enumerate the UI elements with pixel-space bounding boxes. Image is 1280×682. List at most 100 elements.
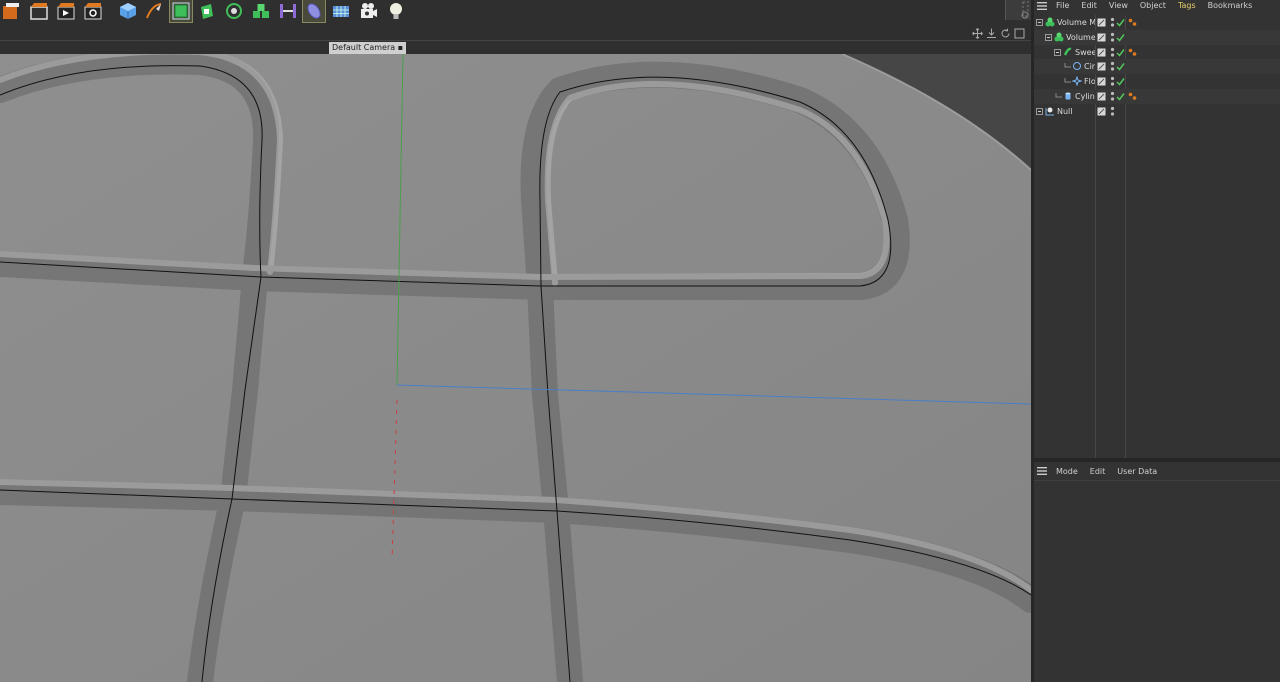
volume-mesher-icon [1045, 17, 1055, 27]
object-tree-row[interactable]: Null [1034, 104, 1280, 119]
enabled-check-icon[interactable] [1116, 48, 1125, 57]
enabled-check-icon[interactable] [1116, 33, 1125, 42]
enabled-check-icon[interactable] [1116, 62, 1125, 72]
move-view-icon[interactable] [972, 28, 983, 39]
minus-box-icon [1036, 19, 1043, 26]
object-tree-row[interactable]: Volume M [1034, 15, 1280, 30]
render-region-button[interactable] [0, 0, 22, 22]
volume-builder-button[interactable] [250, 0, 272, 22]
menu-bookmarks[interactable]: Bookmarks [1208, 0, 1253, 11]
visibility-dots-icon[interactable] [1110, 76, 1115, 87]
menu-user-data[interactable]: User Data [1117, 466, 1157, 477]
camera-icon: ▪ [395, 43, 404, 52]
object-name[interactable]: Cir [1084, 62, 1095, 71]
subdivision-surface-button[interactable] [169, 0, 193, 23]
cylinder-icon-glyph [1065, 92, 1071, 100]
object-manager: File Edit View Object Tags Bookmarks Vol… [1034, 0, 1280, 458]
subdivision-surface-icon [172, 2, 190, 20]
render-to-picture-viewer-button[interactable] [55, 0, 77, 22]
layer-toggle-icon[interactable] [1097, 107, 1106, 116]
object-name[interactable]: Volume M [1057, 18, 1095, 27]
layer-toggle-icon[interactable] [1097, 62, 1106, 71]
check-glyph [1116, 78, 1125, 86]
object-name[interactable]: Null [1057, 107, 1095, 116]
grid-plane-button[interactable] [330, 0, 352, 22]
render-settings-button[interactable] [82, 0, 104, 22]
layer-toggle-icon[interactable] [1097, 33, 1106, 42]
tag-glyph [1128, 48, 1137, 56]
visibility-dots-icon[interactable] [1110, 32, 1115, 43]
menu-view[interactable]: View [1109, 0, 1128, 11]
tree-connector [1064, 63, 1071, 70]
enabled-check-icon[interactable] [1116, 18, 1125, 27]
material-tag-icon[interactable] [1128, 18, 1137, 27]
zoom-view-icon[interactable] [986, 28, 997, 39]
layer-box-glyph [1097, 48, 1106, 57]
visibility-dots-icon[interactable] [1110, 91, 1115, 102]
object-tree-row[interactable]: Volume [1034, 29, 1280, 45]
tree-connector-line [1064, 78, 1071, 83]
tag-glyph [1128, 18, 1137, 26]
object-tree-row[interactable]: Cylin [1034, 89, 1280, 104]
floor-object-button[interactable] [302, 0, 326, 23]
enabled-check-icon[interactable] [1116, 77, 1125, 86]
3d-viewport[interactable] [0, 54, 1031, 682]
tree-connector-line [1064, 63, 1071, 68]
layer-toggle-icon[interactable] [1097, 48, 1106, 57]
expand-toggle[interactable] [1045, 33, 1052, 41]
light-button[interactable] [385, 0, 407, 22]
camera-button[interactable] [358, 0, 380, 22]
layout-switch-button[interactable] [1005, 0, 1032, 20]
object-tree-row[interactable]: Cir [1034, 59, 1280, 75]
visibility-dots-icon[interactable] [1110, 17, 1115, 28]
visibility-dots-icon[interactable] [1110, 106, 1115, 117]
layer-toggle-icon[interactable] [1097, 77, 1106, 86]
object-tree-row[interactable]: Flo [1034, 74, 1280, 89]
circle-spline-icon [1072, 61, 1082, 71]
minus-box-icon [1045, 33, 1052, 41]
object-name[interactable]: Volume [1066, 33, 1095, 42]
hamburger-menu-icon[interactable] [1034, 0, 1050, 11]
material-tag-icon[interactable] [1128, 48, 1137, 57]
layer-toggle-icon[interactable] [1097, 18, 1106, 27]
camera-label[interactable]: Default Camera ▪ [329, 42, 407, 54]
tag-glyph [1128, 92, 1137, 100]
menu-tags[interactable]: Tags [1178, 0, 1196, 11]
menu-object[interactable]: Object [1140, 0, 1166, 11]
sweep-icon [1063, 47, 1073, 57]
expand-toggle[interactable] [1036, 19, 1043, 26]
minus-box-icon [1054, 48, 1061, 56]
layer-box-glyph [1097, 62, 1106, 71]
hamburger-menu-icon[interactable] [1034, 466, 1050, 477]
extrude-generator-button[interactable] [196, 0, 218, 22]
material-tag-icon[interactable] [1128, 92, 1137, 101]
cube-primitive-button[interactable] [117, 0, 139, 22]
layer-box-glyph [1097, 33, 1106, 42]
menu-mode[interactable]: Mode [1056, 466, 1078, 477]
bend-deformer-button[interactable] [277, 0, 299, 22]
menu-file[interactable]: File [1056, 0, 1069, 11]
layer-toggle-icon[interactable] [1097, 92, 1106, 101]
bend-deformer-icon [280, 4, 296, 18]
enabled-check-icon[interactable] [1116, 92, 1125, 101]
menu-divider [1034, 480, 1280, 481]
expand-toggle[interactable] [1054, 48, 1061, 56]
maximize-view-icon[interactable] [1014, 28, 1025, 39]
object-name[interactable]: Flo [1084, 77, 1095, 86]
object-name[interactable]: Cylin [1075, 92, 1095, 101]
cloner-button[interactable] [223, 0, 245, 22]
expand-toggle[interactable] [1036, 107, 1043, 115]
visibility-dots-icon[interactable] [1110, 61, 1115, 72]
layer-box-glyph [1097, 77, 1106, 86]
floor-object-icon [307, 3, 321, 19]
render-view-button[interactable] [28, 0, 50, 22]
rotate-view-icon[interactable] [1000, 28, 1011, 39]
menu-edit[interactable]: Edit [1090, 466, 1106, 477]
render-region-icon [3, 3, 19, 19]
visibility-dots-icon[interactable] [1110, 47, 1115, 58]
menu-edit[interactable]: Edit [1081, 0, 1097, 11]
object-tree-row[interactable]: Swee [1034, 45, 1280, 60]
object-name[interactable]: Swee [1075, 48, 1095, 57]
pen-spline-button[interactable] [143, 0, 165, 22]
volume-builder-icon-glyph [1054, 32, 1064, 42]
